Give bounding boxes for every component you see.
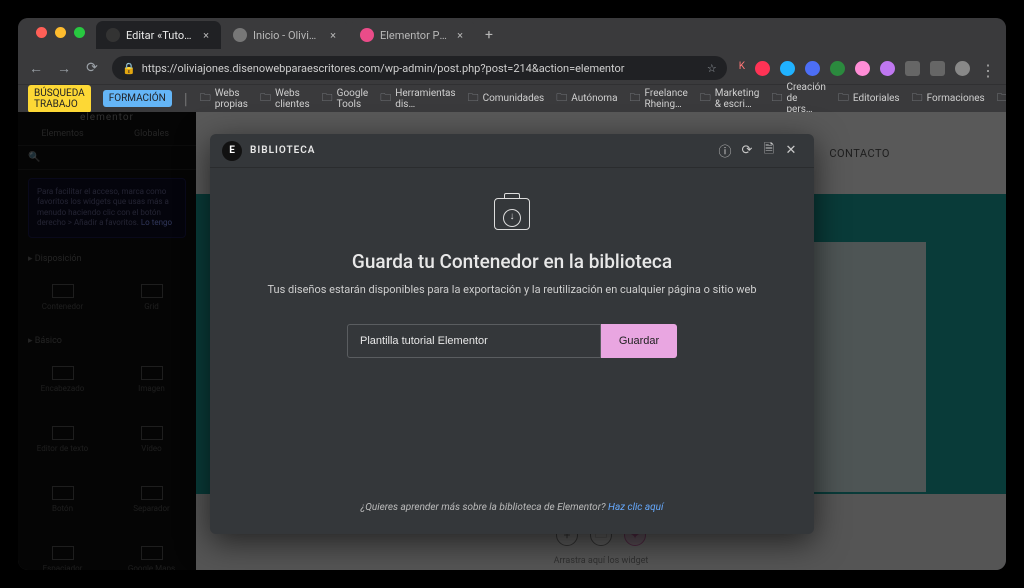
tab-favicon bbox=[233, 28, 247, 42]
modal-body: Guarda tu Contenedor en la biblioteca Tu… bbox=[210, 168, 814, 481]
footer-learn-more-link[interactable]: Haz clic aquí bbox=[608, 502, 663, 513]
bookmark-folder[interactable]: Autónoma bbox=[556, 89, 617, 108]
bookmark-folder[interactable]: Comunidades bbox=[468, 89, 545, 108]
browser-tab[interactable]: Inicio - Olivia Jones × bbox=[223, 21, 348, 49]
bookmark-folder[interactable]: Webs propias bbox=[200, 88, 248, 110]
extension-icon[interactable] bbox=[805, 61, 820, 76]
new-tab-button[interactable]: + bbox=[477, 27, 501, 43]
footer-text: ¿Quieres aprender más sobre la bibliotec… bbox=[361, 502, 608, 513]
extension-letter[interactable]: K bbox=[739, 61, 745, 76]
info-icon[interactable]: ⓘ bbox=[714, 141, 736, 160]
window-minimize-button[interactable] bbox=[55, 27, 66, 38]
browser-toolbar: ← → ⟳ 🔒 https://oliviajones.disenowebpar… bbox=[18, 52, 1006, 84]
tab-label: Elementor Plugin Pricing: Fr… bbox=[380, 29, 449, 42]
bookmark-folder[interactable]: Privado bbox=[997, 89, 1006, 108]
tab-favicon bbox=[106, 28, 120, 42]
browser-window: Editar «Tutorial de Elemento… × Inicio -… bbox=[18, 18, 1006, 570]
import-icon[interactable]: 🗎 bbox=[758, 140, 780, 162]
browser-menu-icon[interactable]: ⋮ bbox=[980, 61, 996, 76]
close-icon[interactable]: ✕ bbox=[780, 143, 802, 158]
extension-icon[interactable] bbox=[830, 61, 845, 76]
bookmark-folder[interactable]: Marketing & escri… bbox=[700, 88, 760, 110]
tab-label: Inicio - Olivia Jones bbox=[253, 29, 322, 42]
tab-favicon bbox=[360, 28, 374, 42]
bookmark-folder[interactable]: Google Tools bbox=[322, 88, 369, 110]
modal-subheading: Tus diseños estarán disponibles para la … bbox=[267, 283, 756, 296]
modal-heading: Guarda tu Contenedor en la biblioteca bbox=[352, 250, 672, 273]
extension-icon[interactable] bbox=[880, 61, 895, 76]
save-button[interactable]: Guardar bbox=[601, 324, 677, 358]
browser-tab[interactable]: Elementor Plugin Pricing: Fr… × bbox=[350, 21, 475, 49]
profile-avatar[interactable] bbox=[955, 61, 970, 76]
bookmark-folder[interactable]: Formaciones bbox=[912, 89, 985, 108]
url-bar[interactable]: 🔒 https://oliviajones.disenowebparaescri… bbox=[112, 56, 727, 80]
bookmark-folder[interactable]: Herramientas dis… bbox=[380, 88, 455, 110]
bookmark-folder[interactable]: Creación de pers… bbox=[771, 82, 825, 115]
window-close-button[interactable] bbox=[36, 27, 47, 38]
lock-icon: 🔒 bbox=[122, 62, 136, 75]
bookmark-chip-busqueda[interactable]: BÚSQUEDA TRABAJO bbox=[28, 85, 91, 113]
modal-footer: ¿Quieres aprender más sobre la bibliotec… bbox=[210, 481, 814, 534]
tab-label: Editar «Tutorial de Elemento… bbox=[126, 29, 195, 42]
bookmark-folder[interactable]: Freelance Rheing… bbox=[630, 88, 688, 110]
bookmarks-bar: BÚSQUEDA TRABAJO FORMACIÓN | Webs propia… bbox=[18, 84, 1006, 112]
window-controls bbox=[24, 27, 97, 38]
nav-reload-icon[interactable]: ⟳ bbox=[84, 60, 100, 76]
nav-forward-icon[interactable]: → bbox=[56, 60, 72, 77]
library-modal: E BIBLIOTECA ⓘ ⟳ 🗎 ✕ Guarda tu Contenedo… bbox=[210, 134, 814, 534]
bookmark-separator: | bbox=[184, 89, 188, 108]
bookmark-star-icon[interactable]: ☆ bbox=[707, 62, 717, 75]
extension-icon[interactable] bbox=[930, 61, 945, 76]
extension-icons: K ⋮ bbox=[739, 61, 996, 76]
elementor-badge-icon: E bbox=[222, 141, 242, 161]
extension-icon[interactable] bbox=[780, 61, 795, 76]
modal-overlay: E BIBLIOTECA ⓘ ⟳ 🗎 ✕ Guarda tu Contenedo… bbox=[18, 112, 1006, 570]
save-form: Guardar bbox=[347, 324, 677, 358]
browser-tab-active[interactable]: Editar «Tutorial de Elemento… × bbox=[96, 21, 221, 49]
bookmark-folder[interactable]: Editoriales bbox=[838, 89, 900, 108]
extensions-menu-icon[interactable] bbox=[905, 61, 920, 76]
extension-icon[interactable] bbox=[755, 61, 770, 76]
modal-header: E BIBLIOTECA ⓘ ⟳ 🗎 ✕ bbox=[210, 134, 814, 168]
save-to-library-icon bbox=[494, 198, 530, 230]
url-text: https://oliviajones.disenowebparaescrito… bbox=[142, 62, 625, 75]
extension-icon[interactable] bbox=[855, 61, 870, 76]
template-name-input[interactable] bbox=[347, 324, 601, 358]
window-maximize-button[interactable] bbox=[74, 27, 85, 38]
tab-close-icon[interactable]: × bbox=[455, 29, 465, 42]
tab-close-icon[interactable]: × bbox=[201, 29, 211, 42]
tab-close-icon[interactable]: × bbox=[328, 29, 338, 42]
bookmark-folder[interactable]: Webs clientes bbox=[260, 88, 310, 110]
nav-back-icon[interactable]: ← bbox=[28, 60, 44, 77]
sync-icon[interactable]: ⟳ bbox=[736, 143, 758, 158]
browser-titlebar: Editar «Tutorial de Elemento… × Inicio -… bbox=[18, 18, 1006, 52]
modal-title: BIBLIOTECA bbox=[250, 145, 315, 156]
bookmark-chip-formacion[interactable]: FORMACIÓN bbox=[103, 90, 172, 107]
tab-strip: Editar «Tutorial de Elemento… × Inicio -… bbox=[96, 18, 501, 52]
